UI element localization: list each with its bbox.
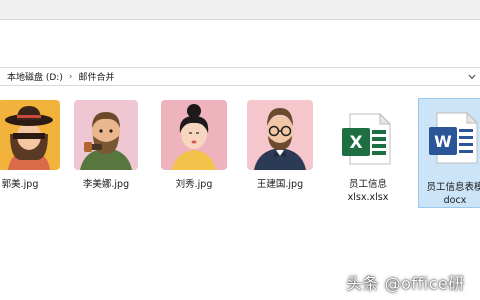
file-item[interactable]: X 员工信息 xlsx.xlsx xyxy=(328,92,408,204)
breadcrumb-folder[interactable]: 邮件合并 xyxy=(78,70,114,83)
excel-file-icon: X xyxy=(342,112,392,165)
breadcrumb: 本地磁盘 (D:) › 邮件合并 xyxy=(7,70,114,84)
svg-text:X: X xyxy=(349,133,362,153)
watermark-text: 头条 @office研 xyxy=(346,274,465,293)
file-item[interactable]: 郭美.jpg xyxy=(0,92,60,204)
file-item[interactable]: 王建国.jpg xyxy=(240,92,320,204)
word-file-icon: W xyxy=(429,111,479,164)
file-name: 员工信息 xyxy=(348,179,387,190)
avatar-woman-bun-icon xyxy=(161,100,227,170)
avatar-man-glasses-bowtie-icon xyxy=(247,100,313,170)
file-item[interactable]: 李美娜.jpg xyxy=(66,92,146,204)
chevron-down-icon[interactable] xyxy=(467,71,477,83)
file-list: 郭美.jpg 李美娜.jpg 刘秀.jpg 王建国.jpg X 员工信息 xls… xyxy=(0,92,480,222)
file-item[interactable]: 刘秀.jpg xyxy=(154,92,234,204)
address-bar[interactable]: 本地磁盘 (D:) › 邮件合并 xyxy=(0,67,480,86)
file-name: 郭美.jpg xyxy=(1,179,39,190)
file-name: 刘秀.jpg xyxy=(175,179,213,190)
titlebar-divider xyxy=(0,19,480,20)
file-name-line2: docx xyxy=(443,195,467,206)
file-name-line2: xlsx.xlsx xyxy=(347,192,389,203)
breadcrumb-separator-icon: › xyxy=(68,71,73,82)
avatar-man-beard-pipe-icon xyxy=(74,100,138,170)
window-titlebar xyxy=(0,0,480,20)
svg-text:W: W xyxy=(434,132,452,151)
avatar-woman-hat-icon xyxy=(0,100,60,170)
file-name: 员工信息表模 xyxy=(426,182,480,193)
breadcrumb-drive[interactable]: 本地磁盘 (D:) xyxy=(7,70,63,83)
file-name: 李美娜.jpg xyxy=(82,179,130,190)
file-item-selected[interactable]: W 员工信息表模 docx xyxy=(418,98,480,208)
file-name: 王建国.jpg xyxy=(256,179,304,190)
